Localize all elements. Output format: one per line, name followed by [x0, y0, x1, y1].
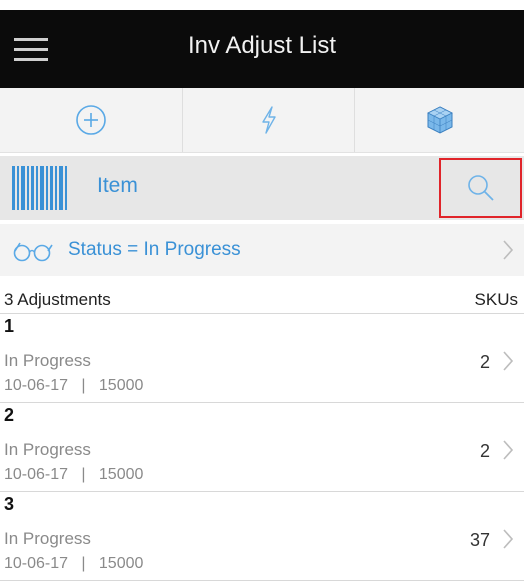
adjustment-code: 15000 — [98, 555, 144, 572]
search-bar: Item — [0, 156, 524, 220]
sku-count: 2 — [479, 441, 490, 461]
item-search-label[interactable]: Item — [97, 174, 138, 198]
adjustment-date: 10-06-17 — [4, 466, 69, 483]
adjustment-date: 10-06-17 — [4, 377, 69, 394]
plus-circle-icon — [76, 105, 106, 135]
search-button[interactable] — [439, 158, 522, 218]
list-header: 3 Adjustments SKUs — [0, 287, 524, 314]
search-icon — [467, 175, 494, 201]
meta-separator: | — [81, 555, 86, 572]
action-toolbar — [0, 88, 524, 153]
add-button[interactable] — [0, 88, 183, 152]
meta-separator: | — [81, 466, 86, 483]
adjustment-code: 15000 — [98, 466, 144, 483]
quick-action-button[interactable] — [183, 88, 355, 152]
sku-count: 37 — [469, 530, 490, 550]
adjustment-number: 2 — [4, 405, 15, 425]
adjustment-code: 15000 — [98, 377, 144, 394]
adjustment-status: In Progress — [4, 440, 91, 459]
barcode-icon[interactable] — [12, 166, 68, 210]
title-bar: Inv Adjust List — [0, 10, 524, 88]
glasses-icon — [13, 242, 53, 262]
sku-count: 2 — [479, 352, 490, 372]
cube-button[interactable] — [355, 88, 524, 152]
app-window: Inv Adjust List Item Status = In Progres… — [0, 0, 524, 581]
filter-status-text: Status = In Progress — [68, 239, 241, 260]
skus-column-header: SKUs — [474, 290, 518, 309]
chevron-right-icon — [503, 529, 514, 549]
cube-icon — [426, 106, 453, 134]
adjustments-count: 3 Adjustments — [4, 290, 111, 309]
lightning-icon — [261, 106, 276, 134]
page-title: Inv Adjust List — [187, 32, 337, 59]
list-item[interactable]: 2 In Progress 10-06-17 | 15000 2 — [0, 403, 524, 492]
list-item[interactable]: 1 In Progress 10-06-17 | 15000 2 — [0, 314, 524, 403]
meta-separator: | — [81, 377, 86, 394]
chevron-right-icon — [503, 351, 514, 371]
adjustment-meta: 10-06-17 | 15000 — [4, 555, 143, 573]
adjustment-status: In Progress — [4, 351, 91, 370]
chevron-right-icon — [503, 440, 514, 460]
adjustment-number: 1 — [4, 316, 15, 336]
list-item[interactable]: 3 In Progress 10-06-17 | 15000 37 — [0, 492, 524, 581]
adjustment-number: 3 — [4, 494, 15, 514]
adjustment-meta: 10-06-17 | 15000 — [4, 466, 143, 484]
adjustment-meta: 10-06-17 | 15000 — [4, 377, 143, 395]
adjustment-status: In Progress — [4, 529, 91, 548]
filter-row[interactable]: Status = In Progress — [0, 224, 524, 276]
chevron-right-icon — [503, 240, 514, 260]
adjustment-date: 10-06-17 — [4, 555, 69, 572]
